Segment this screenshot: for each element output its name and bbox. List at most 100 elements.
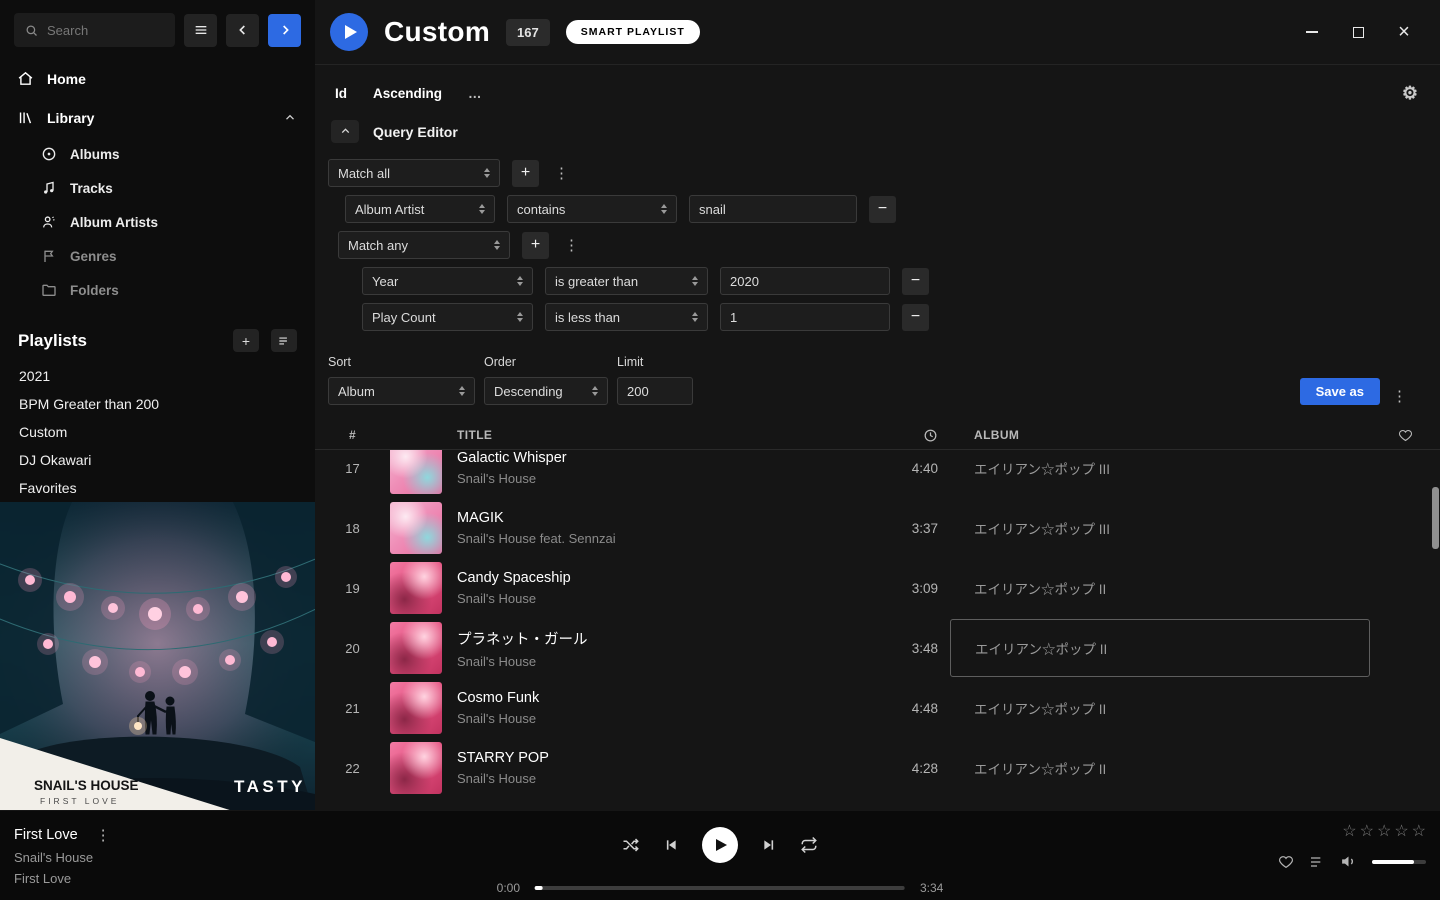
column-favorite[interactable]	[1398, 428, 1413, 443]
next-button[interactable]	[761, 837, 777, 853]
playlist-item[interactable]: Favorites	[0, 474, 315, 502]
table-row[interactable]: 20 プラネット・ガール Snail's House 3:48 エイリアン☆ポッ…	[315, 618, 1440, 678]
menu-button[interactable]	[184, 14, 217, 47]
order-select[interactable]: Descending	[484, 377, 608, 405]
remove-rule-button[interactable]: −	[902, 304, 929, 331]
queue-button[interactable]	[1309, 854, 1325, 870]
player-bar: First Love ⋮ Snail's House First Love 0:…	[0, 810, 1440, 900]
playlist-item[interactable]: Custom	[0, 418, 315, 446]
match-mode-select[interactable]: Match any	[338, 231, 510, 259]
list-icon	[277, 334, 291, 348]
column-album[interactable]: ALBUM	[950, 428, 1370, 442]
sidebar-item-album-artists[interactable]: Album Artists	[0, 205, 315, 239]
rule-operator-select[interactable]: is greater than	[545, 267, 708, 295]
track-number: 19	[315, 581, 390, 596]
collapse-query-editor-button[interactable]	[331, 120, 359, 143]
playlist-item[interactable]: DJ Okawari	[0, 446, 315, 474]
table-row[interactable]: 17 Galactic Whisper Snail's House 4:40 エ…	[315, 450, 1440, 498]
add-rule-button[interactable]: +	[512, 160, 539, 187]
limit-input[interactable]	[617, 377, 693, 405]
rule-value-input[interactable]	[720, 267, 890, 295]
track-title: MAGIK	[457, 510, 860, 526]
column-duration[interactable]	[923, 428, 950, 443]
column-number[interactable]: #	[315, 428, 390, 442]
track-title: Galactic Whisper	[457, 450, 860, 466]
plus-icon: +	[531, 236, 540, 254]
chevron-up-icon	[339, 125, 352, 138]
remove-rule-button[interactable]: −	[869, 196, 896, 223]
sidebar: Home Library Albums Tracks Album Artists…	[0, 0, 315, 810]
track-duration: 3:37	[860, 521, 950, 536]
sidebar-item-home[interactable]: Home	[0, 59, 315, 98]
group-menu-button[interactable]: ⋮	[561, 236, 582, 254]
seek-bar[interactable]	[535, 886, 905, 890]
group-menu-button[interactable]: ⋮	[551, 164, 572, 182]
forward-button[interactable]	[268, 14, 301, 47]
rule-field-select[interactable]: Album Artist	[345, 195, 495, 223]
back-button[interactable]	[226, 14, 259, 47]
track-album-focused[interactable]: エイリアン☆ポップ II	[950, 619, 1370, 677]
star-icon[interactable]: ☆	[1342, 824, 1356, 840]
table-row[interactable]: 22 STARRY POP Snail's House 4:28 エイリアン☆ポ…	[315, 738, 1440, 798]
now-playing-menu-button[interactable]: ⋮	[93, 826, 114, 844]
table-row[interactable]: 18 MAGIK Snail's House feat. Sennzai 3:3…	[315, 498, 1440, 558]
sidebar-item-folders[interactable]: Folders	[0, 273, 315, 307]
save-as-button[interactable]: Save as	[1300, 378, 1380, 405]
track-count-badge: 167	[506, 19, 550, 46]
sort-field-button[interactable]: Id	[335, 86, 347, 101]
heart-icon	[1278, 854, 1294, 870]
rule-operator-select[interactable]: contains	[507, 195, 677, 223]
star-icon[interactable]: ☆	[1394, 824, 1408, 840]
search-box[interactable]	[14, 13, 175, 47]
sidebar-item-library[interactable]: Library	[0, 98, 315, 137]
play-playlist-button[interactable]	[330, 13, 368, 51]
column-title[interactable]: TITLE	[457, 428, 860, 442]
settings-button[interactable]: ⚙	[1402, 84, 1418, 102]
repeat-button[interactable]	[800, 836, 818, 854]
rule-field-select[interactable]: Play Count	[362, 303, 533, 331]
volume-icon	[1340, 853, 1357, 870]
search-input[interactable]	[47, 23, 165, 38]
playlist-list-button[interactable]	[271, 329, 297, 352]
sidebar-item-tracks[interactable]: Tracks	[0, 171, 315, 205]
table-row[interactable]: 19 Candy Spaceship Snail's House 3:09 エイ…	[315, 558, 1440, 618]
cover-brand-text: TASTY	[234, 777, 306, 796]
minimize-button[interactable]	[1304, 24, 1320, 40]
sidebar-item-albums[interactable]: Albums	[0, 137, 315, 171]
rule-value-input[interactable]	[689, 195, 857, 223]
rule-field-select[interactable]: Year	[362, 267, 533, 295]
sort-select[interactable]: Album	[328, 377, 475, 405]
match-mode-select[interactable]: Match all	[328, 159, 500, 187]
add-playlist-button[interactable]: +	[233, 329, 259, 352]
sidebar-toolbar	[0, 0, 315, 59]
volume-button[interactable]	[1340, 853, 1357, 870]
sort-direction-button[interactable]: Ascending	[373, 86, 442, 101]
scrollbar-thumb[interactable]	[1432, 487, 1439, 549]
play-button[interactable]	[702, 827, 738, 863]
previous-button[interactable]	[663, 837, 679, 853]
favorite-button[interactable]	[1278, 854, 1294, 870]
player-right-controls: ☆ ☆ ☆ ☆ ☆	[1278, 824, 1426, 870]
volume-slider[interactable]	[1372, 860, 1426, 864]
star-icon[interactable]: ☆	[1377, 824, 1391, 840]
table-row[interactable]: 21 Cosmo Funk Snail's House 4:48 エイリアン☆ポ…	[315, 678, 1440, 738]
sidebar-item-genres[interactable]: Genres	[0, 239, 315, 273]
more-options-button[interactable]: …	[468, 86, 483, 101]
close-button[interactable]: ×	[1396, 24, 1412, 40]
remove-rule-button[interactable]: −	[902, 268, 929, 295]
rule-operator-select[interactable]: is less than	[545, 303, 708, 331]
maximize-button[interactable]	[1350, 24, 1366, 40]
chevron-up-icon[interactable]	[283, 111, 297, 125]
star-icon[interactable]: ☆	[1360, 824, 1374, 840]
rule-value-input[interactable]	[720, 303, 890, 331]
save-menu-button[interactable]: ⋮	[1389, 387, 1410, 405]
star-icon[interactable]: ☆	[1412, 824, 1426, 840]
track-artist: Snail's House	[457, 771, 860, 786]
add-rule-button[interactable]: +	[522, 232, 549, 259]
playlist-item[interactable]: BPM Greater than 200	[0, 390, 315, 418]
track-duration: 4:48	[860, 701, 950, 716]
playlist-item[interactable]: 2021	[0, 362, 315, 390]
shuffle-button[interactable]	[622, 836, 640, 854]
minus-icon: −	[878, 200, 887, 218]
next-icon	[761, 837, 777, 853]
